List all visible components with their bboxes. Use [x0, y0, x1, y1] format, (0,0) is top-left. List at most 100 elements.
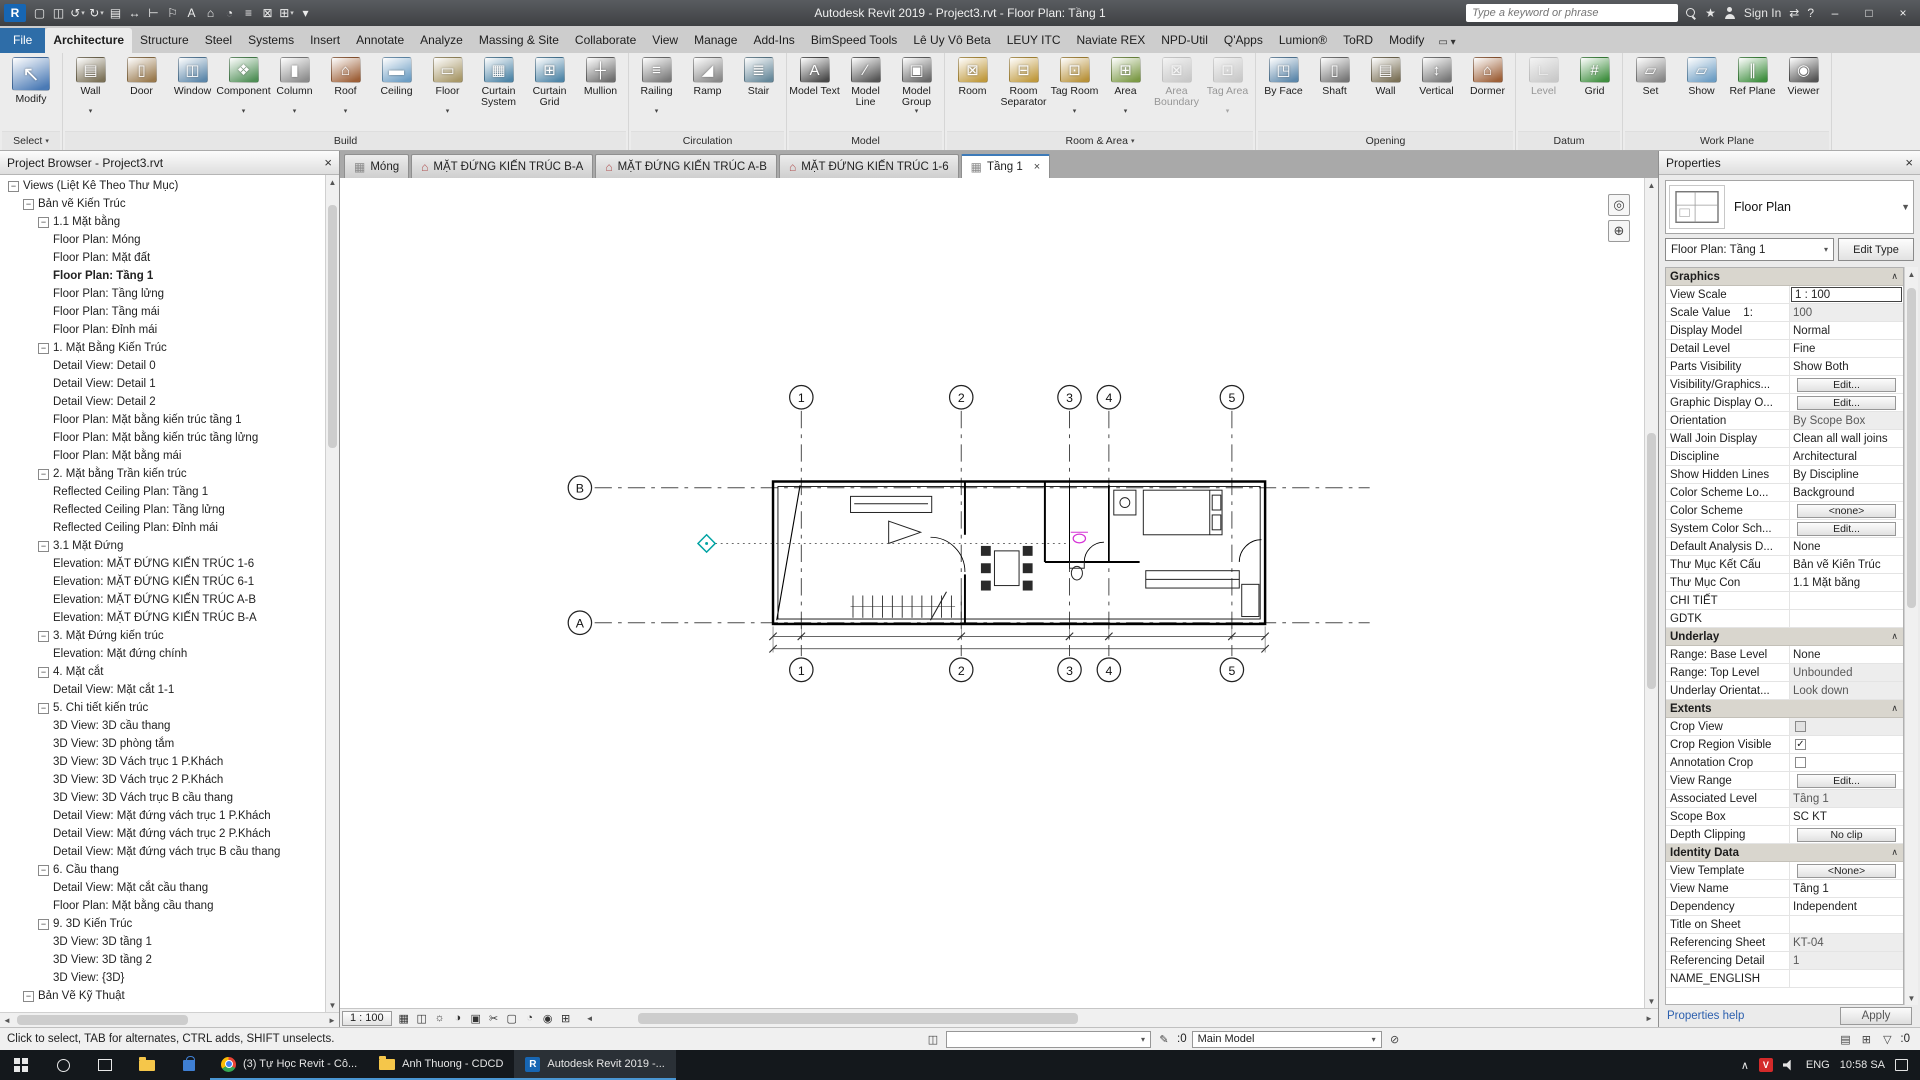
- expand-collapse-icon[interactable]: −: [38, 343, 49, 354]
- tree-item[interactable]: − Elevation: MẶT ĐỨNG KIẾN TRÚC B-A: [0, 609, 325, 627]
- tree-item[interactable]: − Elevation: Mặt đứng chính: [0, 645, 325, 663]
- tree-item[interactable]: − Floor Plan: Mặt bằng kiến trúc tầng lử…: [0, 429, 325, 447]
- tree-item[interactable]: − Bản vẽ Kiến Trúc: [0, 195, 325, 213]
- action-center-icon[interactable]: [1895, 1059, 1908, 1071]
- open-icon[interactable]: ▢: [30, 4, 49, 23]
- view-tab[interactable]: ⌂ MẶT ĐỨNG KIẾN TRÚC B-A: [411, 154, 593, 178]
- property-row[interactable]: GDTK: [1666, 610, 1903, 628]
- property-row[interactable]: System Color Sch... Edit...: [1666, 520, 1903, 538]
- ribbon-tab[interactable]: Steel: [197, 28, 240, 53]
- property-row[interactable]: Show Hidden Lines By Discipline: [1666, 466, 1903, 484]
- tree-item[interactable]: − 3D View: 3D phòng tắm: [0, 735, 325, 753]
- print-icon[interactable]: ▤: [106, 4, 125, 23]
- search-icon[interactable]: [42, 1050, 84, 1080]
- properties-help-link[interactable]: Properties help: [1667, 1010, 1744, 1022]
- ref-plane-button[interactable]: ∥ Ref Plane ▾: [1727, 54, 1778, 129]
- ribbon-tab[interactable]: Q'Apps: [1216, 28, 1271, 53]
- customize-qat-icon[interactable]: ▾: [296, 4, 315, 23]
- dormer-button[interactable]: ⌂ Dormer ▾: [1462, 54, 1513, 129]
- model-line-button[interactable]: ∕ Model Line ▾: [840, 54, 891, 129]
- expand-collapse-icon[interactable]: −: [8, 181, 19, 192]
- tree-item[interactable]: − Detail View: Mặt cắt cầu thang: [0, 879, 325, 897]
- instance-selector[interactable]: Floor Plan: Tầng 1: [1665, 238, 1834, 261]
- property-row[interactable]: Associated Level Tầng 1: [1666, 790, 1903, 808]
- stair-button[interactable]: ≣ Stair ▾: [733, 54, 784, 129]
- ribbon-tab[interactable]: Structure: [132, 28, 197, 53]
- help-icon[interactable]: ?: [1807, 6, 1814, 20]
- search-input[interactable]: [1466, 4, 1678, 22]
- selected-spot-marker[interactable]: [698, 535, 715, 552]
- modify-button[interactable]: ↖ Modify ▾: [2, 54, 60, 129]
- expand-collapse-icon[interactable]: −: [38, 541, 49, 552]
- view-tab[interactable]: ▦ Móng: [344, 154, 409, 178]
- tree-item[interactable]: − 1. Mặt Bằng Kiến Trúc: [0, 339, 325, 357]
- drawing-area[interactable]: 1 2 3 4 5 1 2 3 4 5 B A: [340, 178, 1658, 1008]
- close-button[interactable]: ×: [1890, 3, 1916, 23]
- tree-item[interactable]: − Views (Liệt Kê Theo Thư Mục): [0, 177, 325, 195]
- tree-item[interactable]: − 2. Mặt bằng Trần kiến trúc: [0, 465, 325, 483]
- property-row[interactable]: Crop View: [1666, 718, 1903, 736]
- property-row[interactable]: Thư Mục Con 1.1 Mặt bằng: [1666, 574, 1903, 592]
- crop-view-icon[interactable]: ✂: [485, 1011, 503, 1026]
- property-row[interactable]: Default Analysis D... None: [1666, 538, 1903, 556]
- expand-collapse-icon[interactable]: −: [38, 217, 49, 228]
- property-row[interactable]: Identity Data: [1666, 844, 1903, 862]
- exchange-apps-icon[interactable]: ⇄: [1789, 6, 1799, 20]
- tree-item[interactable]: − 3.1 Mặt Đứng: [0, 537, 325, 555]
- annotation-marker[interactable]: [1071, 532, 1088, 543]
- measure-icon[interactable]: ↔: [125, 4, 144, 23]
- expand-collapse-icon[interactable]: −: [23, 991, 34, 1002]
- tree-item[interactable]: − Detail View: Mặt đứng vách trục 1 P.Kh…: [0, 807, 325, 825]
- canvas-vertical-scrollbar[interactable]: ▲ ▼: [1644, 178, 1658, 1008]
- checkbox[interactable]: [1795, 757, 1806, 768]
- ribbon-tab[interactable]: Modify: [1381, 28, 1432, 53]
- tree-item[interactable]: − Floor Plan: Tầng lửng: [0, 285, 325, 303]
- scroll-up-icon[interactable]: ▲: [1905, 267, 1918, 281]
- canvas-horizontal-scrollbar[interactable]: ◄ ►: [583, 1011, 1656, 1026]
- view-tab[interactable]: ⌂ MẶT ĐỨNG KIẾN TRÚC A-B: [595, 154, 777, 178]
- select-links-icon[interactable]: ⊞: [1858, 1032, 1874, 1047]
- visual-style-icon[interactable]: ◫: [413, 1011, 431, 1026]
- tree-item[interactable]: − 6. Cầu thang: [0, 861, 325, 879]
- tree-item[interactable]: − Floor Plan: Móng: [0, 231, 325, 249]
- edit-type-button[interactable]: Edit Type: [1838, 238, 1914, 261]
- room-separator-button[interactable]: ⊟ Room Separator ▾: [998, 54, 1049, 129]
- default-3d-view-icon[interactable]: ⌂: [201, 4, 220, 23]
- view-scale-button[interactable]: 1 : 100: [342, 1011, 392, 1026]
- ribbon-tab[interactable]: NPD-Util: [1153, 28, 1216, 53]
- area-boundary-button[interactable]: ⊠ Area Boundary ▾: [1151, 54, 1202, 129]
- property-row[interactable]: Extents: [1666, 700, 1903, 718]
- ribbon-tab[interactable]: ToRD: [1335, 28, 1381, 53]
- floor-button[interactable]: ▭ Floor ▾: [422, 54, 473, 129]
- railing-button[interactable]: ≡ Railing ▾: [631, 54, 682, 129]
- property-row[interactable]: Depth Clipping No clip: [1666, 826, 1903, 844]
- tree-item[interactable]: − Reflected Ceiling Plan: Tầng lửng: [0, 501, 325, 519]
- property-row[interactable]: Discipline Architectural: [1666, 448, 1903, 466]
- ribbon-tab[interactable]: Collaborate: [567, 28, 644, 53]
- expand-collapse-icon[interactable]: −: [38, 667, 49, 678]
- viewer-button[interactable]: ◉ Viewer ▾: [1778, 54, 1829, 129]
- application-menu-button[interactable]: R: [4, 4, 26, 22]
- signin-person-icon[interactable]: [1724, 7, 1736, 19]
- worksets-icon[interactable]: ◫: [925, 1032, 941, 1047]
- reveal-hidden-elements-icon[interactable]: ◉: [539, 1011, 557, 1026]
- thin-lines-icon[interactable]: ≡: [239, 4, 258, 23]
- curtain-grid-button[interactable]: ⊞ Curtain Grid ▾: [524, 54, 575, 129]
- worksharing-display-icon[interactable]: ⊞: [557, 1011, 575, 1026]
- volume-icon[interactable]: [1783, 1060, 1796, 1071]
- ribbon-tab[interactable]: Lumion®: [1271, 28, 1335, 53]
- grid-button[interactable]: # Grid ▾: [1569, 54, 1620, 129]
- property-row[interactable]: Graphic Display O... Edit...: [1666, 394, 1903, 412]
- tree-item[interactable]: − Reflected Ceiling Plan: Tầng 1: [0, 483, 325, 501]
- favorites-icon[interactable]: ★: [1705, 6, 1716, 20]
- property-row[interactable]: NAME_ENGLISH: [1666, 970, 1903, 988]
- unikey-icon[interactable]: V: [1759, 1058, 1773, 1072]
- zoom-icon[interactable]: ⊕: [1608, 220, 1630, 242]
- maximize-button[interactable]: □: [1856, 3, 1882, 23]
- expand-collapse-icon[interactable]: −: [38, 631, 49, 642]
- tab-file[interactable]: File: [0, 28, 45, 53]
- minimize-button[interactable]: –: [1822, 3, 1848, 23]
- taskbar-window-button[interactable]: Anh Thuong - CDCD: [368, 1050, 514, 1080]
- tree-item[interactable]: − 3. Mặt Đứng kiến trúc: [0, 627, 325, 645]
- tree-item[interactable]: − Floor Plan: Mặt bằng mái: [0, 447, 325, 465]
